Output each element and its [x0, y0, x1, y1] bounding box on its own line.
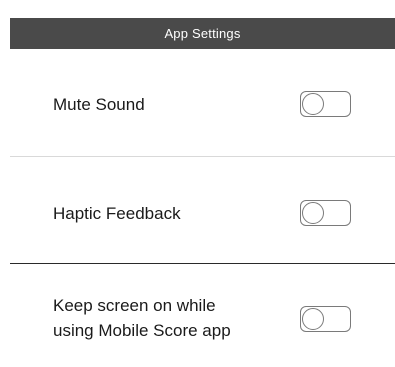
toggle-knob	[302, 202, 324, 224]
keep-screen-on-label: Keep screen on while using Mobile Score …	[53, 296, 231, 340]
setting-row-keep-screen-on: Keep screen on while using Mobile Score …	[10, 293, 395, 349]
mute-sound-label: Mute Sound	[53, 95, 145, 114]
divider	[10, 156, 395, 157]
keep-screen-on-toggle[interactable]	[300, 306, 351, 332]
setting-row-haptic-feedback: Haptic Feedback	[10, 198, 395, 228]
setting-row-mute-sound: Mute Sound	[10, 90, 395, 120]
haptic-feedback-label: Haptic Feedback	[53, 204, 181, 223]
mute-sound-toggle[interactable]	[300, 91, 351, 117]
toggle-knob	[302, 93, 324, 115]
haptic-feedback-toggle[interactable]	[300, 200, 351, 226]
toggle-knob	[302, 308, 324, 330]
settings-screen: App Settings Mute Sound Haptic Feedback …	[0, 0, 395, 367]
title-bar: App Settings	[10, 18, 395, 49]
divider	[10, 263, 395, 264]
page-title: App Settings	[164, 26, 241, 41]
